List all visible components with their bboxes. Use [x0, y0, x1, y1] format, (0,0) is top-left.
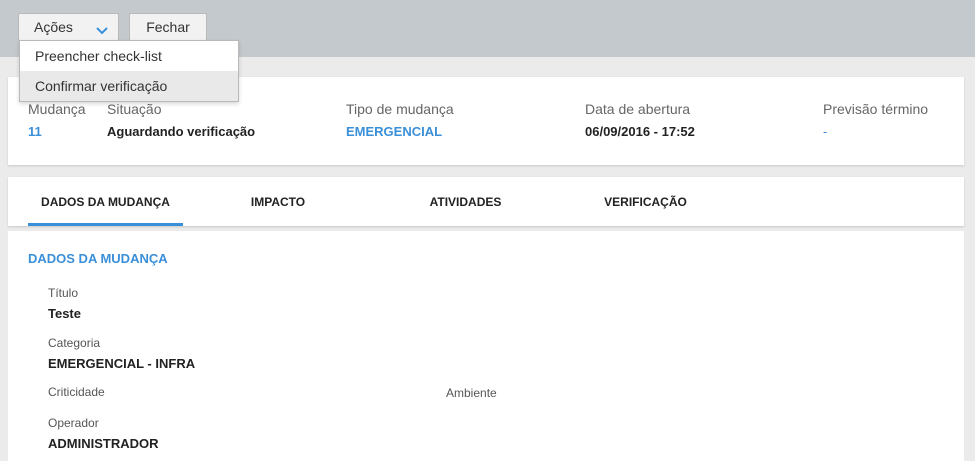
field-environment: Ambiente [446, 386, 497, 406]
menu-item-fill-checklist[interactable]: Preencher check-list [20, 41, 238, 71]
field-category: Categoria EMERGENCIAL - INFRA [48, 336, 195, 372]
summary-opened-label: Data de abertura [585, 101, 691, 117]
field-operator-value: ADMINISTRADOR [48, 436, 159, 451]
tab-verification[interactable]: VERIFICAÇÃO [588, 177, 703, 226]
summary-type: Tipo de mudança EMERGENCIAL [346, 101, 454, 140]
field-operator-label: Operador [48, 416, 99, 430]
field-criticality: Criticidade [48, 385, 105, 405]
change-details-panel: DADOS DA MUDANÇA Título Teste Categoria … [8, 231, 964, 461]
tab-change-data[interactable]: DADOS DA MUDANÇA [28, 177, 183, 226]
actions-button-label: Ações [34, 19, 73, 35]
chevron-down-icon [96, 22, 108, 38]
summary-change-label: Mudança [28, 101, 86, 117]
actions-button[interactable]: Ações [18, 13, 119, 41]
field-environment-label: Ambiente [446, 386, 497, 400]
close-button[interactable]: Fechar [129, 13, 207, 41]
summary-forecast-value: - [823, 124, 828, 139]
summary-status-value: Aguardando verificação [107, 124, 256, 139]
summary-type-label: Tipo de mudança [346, 101, 454, 117]
summary-type-value[interactable]: EMERGENCIAL [346, 124, 454, 140]
summary-change: Mudança 11 [28, 101, 86, 140]
field-category-value: EMERGENCIAL - INFRA [48, 356, 196, 371]
field-title-label: Título [48, 286, 79, 300]
tab-activities[interactable]: ATIVIDADES [408, 177, 523, 226]
summary-change-value[interactable]: 11 [28, 124, 86, 140]
tab-impact[interactable]: IMPACTO [228, 177, 328, 226]
field-criticality-label: Criticidade [48, 385, 105, 399]
field-category-label: Categoria [48, 336, 101, 350]
tab-bar: DADOS DA MUDANÇA IMPACTO ATIVIDADES VERI… [8, 177, 964, 226]
summary-opened-value: 06/09/2016 - 17:52 [585, 124, 695, 139]
field-operator: Operador ADMINISTRADOR [48, 416, 159, 452]
summary-opened: Data de abertura 06/09/2016 - 17:52 [585, 101, 695, 140]
field-title-value: Teste [48, 306, 81, 321]
section-title: DADOS DA MUDANÇA [28, 251, 168, 266]
field-title: Título Teste [48, 286, 81, 322]
summary-forecast-label: Previsão término [823, 101, 929, 117]
summary-status-label: Situação [107, 101, 162, 117]
summary-forecast: Previsão término - [823, 101, 928, 140]
actions-menu: Preencher check-list Confirmar verificaç… [19, 40, 239, 102]
summary-status: Situação Aguardando verificação [107, 101, 255, 140]
menu-item-confirm-verification[interactable]: Confirmar verificação [20, 71, 238, 101]
